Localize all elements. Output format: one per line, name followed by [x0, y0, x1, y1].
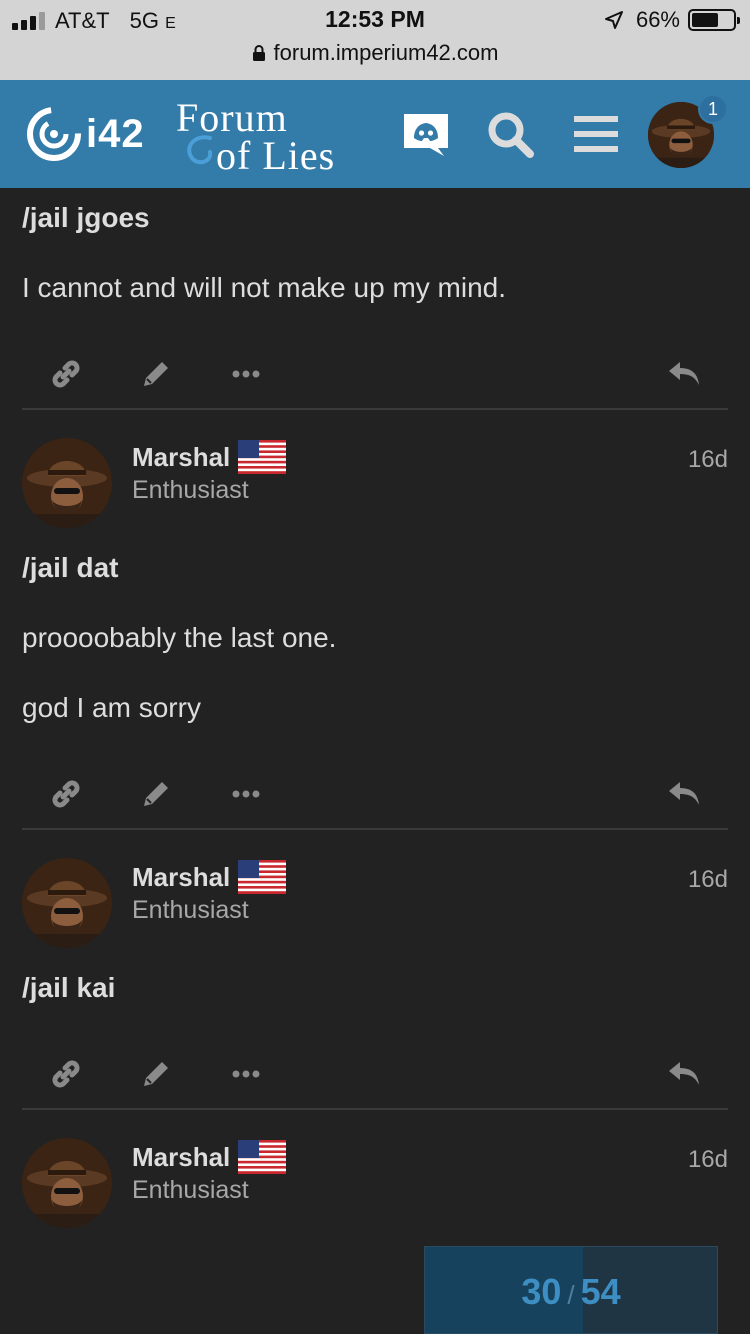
brand-line-2: of Lies [216, 133, 336, 178]
lock-icon [252, 45, 265, 61]
post-date[interactable]: 16d [688, 446, 728, 474]
username: Marshal [132, 861, 231, 892]
post-paragraph: god I am sorry [22, 692, 201, 723]
cowboy-avatar-icon [22, 858, 112, 948]
forum-of-lies-logo[interactable]: Forum of Lies [176, 94, 336, 178]
username-link[interactable]: Marshal [132, 1140, 287, 1174]
ios-status-bar: AT&T 5G E 12:53 PM 66% forum.imperium42.… [0, 0, 750, 80]
url-bar[interactable]: forum.imperium42.com [0, 40, 750, 66]
edit-post-button[interactable] [136, 1054, 176, 1094]
i42-logo[interactable]: i42 [24, 104, 145, 164]
username-link[interactable]: Marshal [132, 440, 287, 474]
post-paragraph: proooobably the last one. [22, 622, 337, 653]
logo-text: i42 [86, 111, 145, 156]
share-link-button[interactable] [46, 1054, 86, 1094]
topic-progress[interactable]: 30/54 [424, 1246, 718, 1334]
username-link[interactable]: Marshal [132, 860, 287, 894]
us-flag-icon [238, 1140, 287, 1174]
search-button[interactable] [482, 106, 538, 162]
user-avatar[interactable] [22, 1138, 112, 1228]
search-icon [488, 112, 534, 158]
post-date[interactable]: 16d [688, 1146, 728, 1174]
post-command: /jail jgoes [22, 202, 150, 233]
post-command: /jail dat [22, 552, 119, 583]
post-header: Marshal Enthusiast 16d [0, 410, 750, 528]
post-header: Marshal Enthusiast 16d [0, 830, 750, 948]
discord-button[interactable] [398, 106, 454, 162]
user-title: Enthusiast [132, 1176, 249, 1204]
pencil-icon [144, 782, 168, 806]
forum-header: i42 Forum of Lies 1 [0, 80, 750, 188]
reply-button[interactable] [664, 774, 704, 814]
link-icon [52, 780, 80, 808]
notification-badge[interactable]: 1 [698, 94, 728, 124]
reply-button[interactable] [664, 1054, 704, 1094]
username: Marshal [132, 1141, 231, 1172]
post-actions [0, 774, 750, 818]
post-command: /jail kai [22, 972, 116, 1003]
post-header: Marshal Enthusiast 16d [0, 1110, 750, 1228]
ellipsis-icon [232, 790, 260, 798]
current-user-avatar-button[interactable]: 1 [648, 94, 728, 168]
post-actions [0, 354, 750, 398]
more-actions-button[interactable] [226, 774, 266, 814]
location-arrow-icon [604, 11, 623, 29]
battery-percent: 66% [635, 7, 680, 32]
reply-button[interactable] [664, 354, 704, 394]
reply-icon [669, 1062, 699, 1085]
post-date[interactable]: 16d [688, 866, 728, 894]
reply-icon [669, 782, 699, 805]
more-actions-button[interactable] [226, 354, 266, 394]
link-icon [52, 1060, 80, 1088]
discord-icon [404, 114, 448, 156]
link-icon [52, 360, 80, 388]
post-content: /jail dat proooobably the last one. god … [0, 510, 750, 724]
post: /jail jgoes I cannot and will not make u… [0, 188, 750, 410]
battery-icon [688, 9, 740, 31]
reply-icon [669, 362, 699, 385]
ellipsis-icon [232, 370, 260, 378]
battery-level [692, 13, 718, 27]
progress-text: 30/54 [425, 1271, 717, 1313]
hamburger-icon [574, 116, 618, 152]
user-title: Enthusiast [132, 476, 249, 504]
post: Marshal Enthusiast 16d /jail kai [0, 830, 750, 1110]
username: Marshal [132, 441, 231, 472]
cowboy-avatar-icon [22, 1138, 112, 1228]
progress-separator: / [567, 1280, 575, 1310]
pencil-icon [144, 362, 168, 386]
us-flag-icon [238, 440, 287, 474]
hamburger-menu-button[interactable] [568, 106, 624, 162]
post-content: /jail kai [0, 930, 750, 1004]
user-avatar[interactable] [22, 858, 112, 948]
edit-post-button[interactable] [136, 354, 176, 394]
topic-stream: /jail jgoes I cannot and will not make u… [0, 188, 750, 1228]
post-content: /jail jgoes I cannot and will not make u… [0, 188, 750, 304]
i42-swirl-icon [27, 107, 81, 161]
share-link-button[interactable] [46, 774, 86, 814]
user-avatar[interactable] [22, 438, 112, 528]
edit-post-button[interactable] [136, 774, 176, 814]
post: Marshal Enthusiast 16d /jail dat proooob… [0, 410, 750, 830]
progress-current: 30 [521, 1271, 562, 1312]
pencil-icon [144, 1062, 168, 1086]
more-actions-button[interactable] [226, 1054, 266, 1094]
user-title: Enthusiast [132, 896, 249, 924]
ellipsis-icon [232, 1070, 260, 1078]
post: Marshal Enthusiast 16d [0, 1110, 750, 1228]
brand-swirl-icon [187, 135, 213, 165]
url-text: forum.imperium42.com [273, 40, 499, 65]
us-flag-icon [238, 860, 287, 894]
post-paragraph: I cannot and will not make up my mind. [22, 272, 507, 303]
post-actions [0, 1054, 750, 1098]
share-link-button[interactable] [46, 354, 86, 394]
status-right: 66% [604, 7, 740, 33]
cowboy-avatar-icon [22, 438, 112, 528]
progress-total: 54 [580, 1271, 621, 1312]
